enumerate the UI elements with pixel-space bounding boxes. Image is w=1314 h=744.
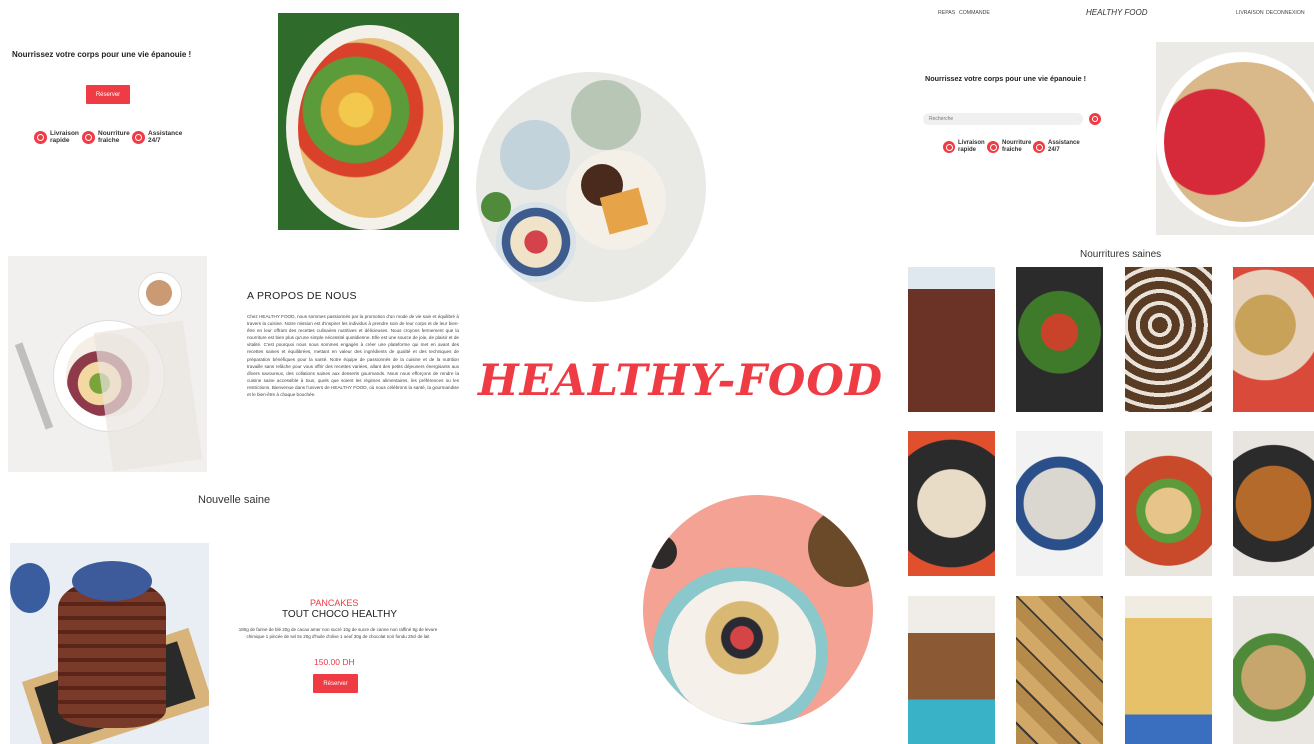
search-icon [1092, 116, 1098, 122]
grid-item-3[interactable] [1125, 267, 1212, 412]
left-feature-fresh: Nourriture fraîche [82, 130, 130, 144]
leaf-icon [82, 130, 95, 144]
about-body: Chez HEALTHY FOOD, nous sommes passionné… [247, 314, 459, 398]
grid-item-11[interactable] [1125, 596, 1212, 744]
brand-title: HEALTHY-FOOD [478, 356, 884, 406]
grid-item-7[interactable] [1125, 431, 1212, 576]
truck-icon [34, 130, 47, 144]
search-button[interactable] [1089, 113, 1101, 125]
headset-icon [132, 130, 145, 144]
right-feature-support: Assistance 24/7 [1033, 140, 1080, 154]
left-feature-delivery: Livraison rapide [34, 130, 79, 144]
nav-item-deconnexion[interactable]: DECONNEXION [1266, 10, 1305, 16]
breakfast-table-image [476, 72, 706, 302]
nouvelle-title: TOUT CHOCO HEALTHY [282, 609, 398, 620]
smoothie-bowl-image [643, 495, 873, 725]
pancakes-image [10, 543, 209, 744]
nav-item-livraison[interactable]: LIVRAISON [1236, 10, 1264, 16]
search-input[interactable] [923, 113, 1083, 125]
raspberry-oat-bowl-image [1156, 42, 1314, 235]
site-logo[interactable]: HEALTHY FOOD [1086, 8, 1148, 17]
grid-item-4[interactable] [1233, 267, 1314, 412]
left-feature-support: Assistance 24/7 [132, 130, 182, 144]
right-hero-tagline: Nourrissez votre corps pour une vie épan… [925, 74, 1086, 83]
grid-item-5[interactable] [908, 431, 995, 576]
right-feature-delivery: Livraison rapide [943, 140, 985, 154]
left-reserve-button[interactable]: Réserver [86, 85, 130, 104]
left-hero-tagline: Nourrissez votre corps pour une vie épan… [12, 50, 192, 59]
grid-item-6[interactable] [1016, 431, 1103, 576]
nav-item-repas[interactable]: REPAS [938, 10, 955, 16]
grid-heading: Nourritures saines [1080, 249, 1162, 260]
yogurt-bowl-image [8, 256, 207, 472]
grid-item-8[interactable] [1233, 431, 1314, 576]
pasta-salad-image [278, 13, 459, 230]
about-heading: A PROPOS DE NOUS [247, 290, 357, 302]
grid-item-1[interactable] [908, 267, 995, 412]
leaf-icon [987, 141, 999, 153]
grid-item-10[interactable] [1016, 596, 1103, 744]
right-feature-fresh: Nourriture fraîche [987, 140, 1031, 154]
grid-item-12[interactable] [1233, 596, 1314, 744]
nav-item-commande[interactable]: COMMANDE [959, 10, 990, 16]
nouvelle-reserve-button[interactable]: Réserver [313, 674, 358, 693]
nouvelle-heading: Nouvelle saine [198, 494, 271, 506]
nouvelle-description: 180g de farine de blé 20g de cacao amer … [238, 627, 438, 639]
headset-icon [1033, 141, 1045, 153]
grid-item-9[interactable] [908, 596, 995, 744]
truck-icon [943, 141, 955, 153]
nouvelle-category: PANCAKES [310, 598, 359, 608]
nouvelle-price: 150.00 DH [314, 657, 355, 667]
grid-item-2[interactable] [1016, 267, 1103, 412]
